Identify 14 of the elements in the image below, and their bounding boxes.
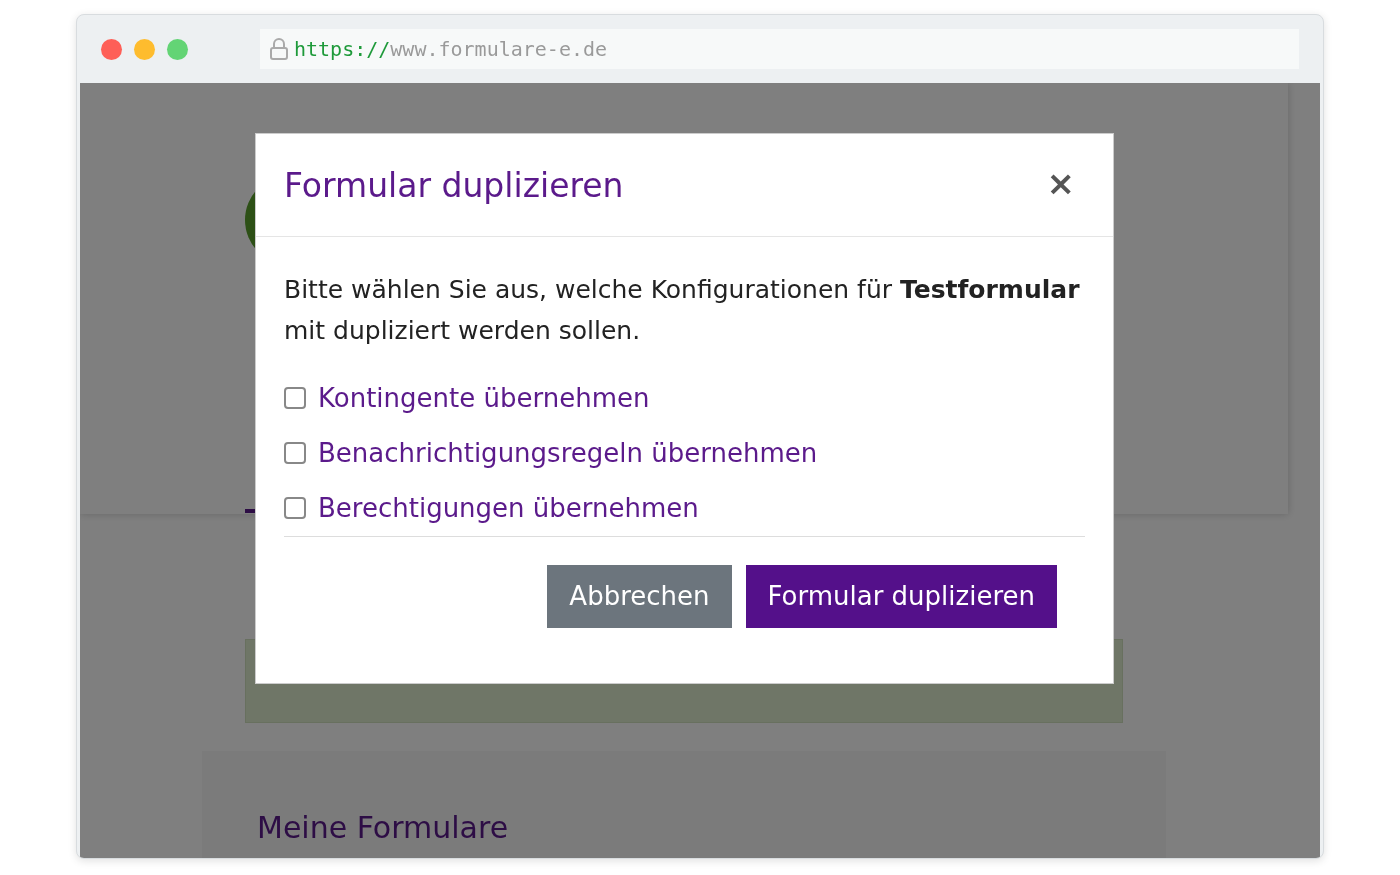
duplicate-button[interactable]: Formular duplizieren (745, 564, 1057, 628)
checkbox-label[interactable]: Benachrichtigungsregeln übernehmen (318, 433, 818, 473)
close-button[interactable]: × (1036, 166, 1085, 200)
checkbox-label[interactable]: Berechtigungen übernehmen (318, 488, 699, 528)
checkbox[interactable] (284, 387, 306, 410)
intro-text: Bitte wählen Sie aus, welche Konfigurationen für Testformular mit dupliziert werden sollen. (284, 273, 1081, 347)
checkbox[interactable] (284, 442, 306, 465)
modal-title: Formular duplizieren (284, 166, 624, 206)
checkbox[interactable] (284, 497, 306, 520)
cancel-button[interactable]: Abbrechen (547, 564, 732, 628)
checkbox-label[interactable]: Kontingente übernehmen (318, 378, 650, 418)
lock-icon (270, 38, 288, 60)
section-title: Meine Formulare (257, 809, 510, 847)
close-window-icon[interactable] (101, 38, 122, 60)
